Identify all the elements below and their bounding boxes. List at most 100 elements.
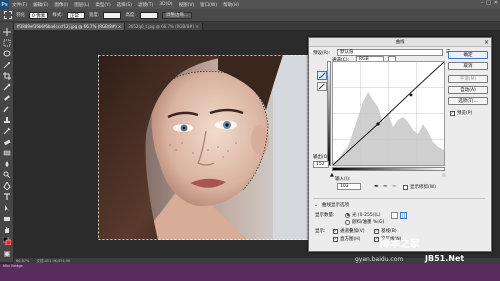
output-input[interactable]: 152 [313, 161, 329, 168]
refine-edge-button[interactable]: 调整边缘... [161, 11, 193, 19]
move-tool-icon[interactable] [3, 28, 11, 36]
histogram-checkbox[interactable]: ✓ 直方图(H) [333, 236, 360, 242]
close-icon[interactable]: ✕ [494, 0, 498, 6]
path-selection-icon[interactable] [3, 204, 11, 212]
quick-mask-icon[interactable] [3, 250, 11, 258]
brush-tool-icon[interactable] [3, 105, 11, 113]
smooth-button[interactable]: 平滑(M) [448, 75, 488, 83]
menu-select[interactable]: 选择(S) [114, 2, 135, 8]
lasso-tool-icon[interactable] [3, 50, 11, 58]
output-label: 输出(O): [313, 155, 331, 160]
menu-view[interactable]: 视图(V) [176, 2, 198, 8]
menu-3d[interactable]: 3D(D) [156, 2, 175, 7]
marquee-tool-icon[interactable] [4, 11, 12, 19]
output-gradient-bar [327, 61, 331, 166]
checkbox-icon[interactable] [403, 184, 408, 190]
pencil-tool-icon[interactable] [317, 82, 327, 91]
curves-dialog: 曲线 × 预设(R): 默认值 ☰ 通道(C): RGB [308, 37, 492, 252]
width-input[interactable] [103, 11, 122, 19]
menu-help[interactable]: 帮助(H) [220, 2, 242, 8]
preview-label: 预览(P) [457, 111, 473, 116]
black-point-slider-icon[interactable]: ▲ [330, 172, 334, 178]
document-image[interactable] [98, 55, 308, 240]
detailed-grid-icon[interactable] [400, 212, 407, 219]
radio-off-icon[interactable] [345, 219, 350, 225]
channel-overlays-checkbox[interactable]: ✓ 通道叠加(V) [333, 228, 365, 234]
foreground-color-swatch[interactable] [2, 236, 12, 246]
histogram-label: 直方图(H) [340, 237, 361, 242]
menu-bar: Ps 文件(F) 编辑(E) 图像(I) 图层(L) 类型(Y) 选择(S) 滤… [0, 0, 500, 9]
input-label: 输入(I): [335, 177, 351, 182]
bottom-panel [0, 264, 500, 281]
show-amount-label: 显示数量: [315, 213, 335, 218]
tab-document-2[interactable]: 3052q0_t.jpg @ 66.7% (RGB/8#) × [125, 23, 203, 30]
minimize-icon[interactable]: – [481, 0, 484, 6]
blur-tool-icon[interactable] [3, 160, 11, 168]
mini-bridge-tab[interactable]: Mini Bridge [3, 264, 23, 268]
shape-tool-icon[interactable] [3, 215, 11, 223]
cancel-button[interactable]: 取消 [448, 62, 488, 70]
type-tool-icon[interactable] [3, 193, 11, 201]
channel-overlays-label: 通道叠加(V) [340, 229, 365, 234]
ok-button[interactable]: 确定 [448, 51, 488, 59]
show-clipping-checkbox[interactable]: 显示修剪(W) [403, 184, 436, 190]
gradient-icon[interactable] [3, 149, 11, 157]
options-button[interactable]: 选项(T)... [448, 97, 488, 105]
light-radio[interactable]: 光 (0-255)(L) [345, 212, 381, 218]
style-select[interactable]: 正常 [66, 11, 85, 19]
chevron-down-icon[interactable]: ⌄ [314, 202, 318, 208]
history-brush-icon[interactable] [3, 127, 11, 135]
simple-grid-icon[interactable] [391, 212, 398, 219]
marquee-tool-icon[interactable] [3, 39, 11, 47]
crop-tool-icon[interactable] [3, 72, 11, 80]
menu-edit[interactable]: 编辑(E) [30, 2, 51, 8]
ink-radio[interactable]: 颜料/油墨 %(G) [345, 219, 384, 225]
watermark-site: JB51.Net [425, 254, 465, 263]
radio-on-icon[interactable] [345, 212, 350, 218]
checkbox-checked-icon[interactable]: ✓ [450, 110, 455, 116]
checkbox-checked-icon[interactable]: ✓ [333, 228, 338, 234]
menu-file[interactable]: 文件(F) [9, 2, 30, 8]
black-eyedropper-icon[interactable]: ✒ [374, 183, 379, 190]
watermark-title: 脚本之家 [380, 239, 420, 250]
divider [313, 198, 485, 199]
document-size: 文档:451.9K/451.9K [36, 259, 71, 263]
input-input[interactable]: 103 [337, 183, 361, 190]
show-clipping-label: 显示修剪(W) [410, 185, 436, 190]
healing-brush-icon[interactable] [3, 94, 11, 102]
feather-input[interactable]: 0 像素 [29, 11, 49, 19]
light-radio-label: 光 (0-255)(L) [352, 213, 381, 218]
menu-image[interactable]: 图像(I) [51, 2, 71, 8]
zoom-level[interactable]: 66.67% [16, 259, 29, 263]
menu-type[interactable]: 类型(Y) [92, 2, 113, 8]
white-point-slider-icon[interactable]: △ [442, 172, 446, 178]
curves-graph[interactable] [332, 61, 445, 166]
menu-layer[interactable]: 图层(L) [71, 2, 92, 8]
clone-stamp-icon[interactable] [3, 116, 11, 124]
white-eyedropper-icon[interactable]: ✒ [392, 183, 397, 190]
baseline-checkbox[interactable]: ✓ 基线(B) [374, 228, 397, 234]
pen-tool-icon[interactable] [3, 181, 11, 191]
maximize-icon[interactable]: □ [486, 0, 491, 6]
checkbox-checked-icon[interactable]: ✓ [333, 236, 338, 242]
options-bar: 羽化 0 像素 样式: 正常 宽度: 高度: 调整边缘... [0, 9, 500, 22]
height-label: 高度: [125, 13, 136, 18]
gray-eyedropper-icon[interactable]: ✒ [383, 183, 388, 190]
checkbox-checked-icon[interactable]: ✓ [374, 228, 379, 234]
eraser-icon[interactable] [3, 138, 11, 146]
style-label: 样式: [52, 13, 63, 18]
magic-wand-icon[interactable] [3, 61, 11, 69]
tab-document-1[interactable]: ff3889ef36b6f6ba4cccf12j.jpg @ 66.7% (RG… [14, 23, 126, 30]
eyedropper-icon[interactable] [3, 83, 11, 91]
dodge-tool-icon[interactable] [3, 171, 11, 179]
preset-select[interactable]: 默认值 [337, 49, 443, 56]
auto-button[interactable]: 自动(A) [448, 86, 488, 94]
menu-window[interactable]: 窗口(W) [197, 2, 220, 8]
height-input[interactable] [139, 11, 158, 19]
close-icon[interactable]: × [484, 38, 489, 47]
preview-checkbox[interactable]: ✓ 预览(P) [450, 110, 472, 116]
checkbox-checked-icon[interactable]: ✓ [374, 236, 379, 242]
curve-point-tool-icon[interactable] [317, 71, 327, 80]
menu-filter[interactable]: 滤镜(T) [135, 2, 156, 8]
hand-tool-icon[interactable] [3, 226, 11, 234]
